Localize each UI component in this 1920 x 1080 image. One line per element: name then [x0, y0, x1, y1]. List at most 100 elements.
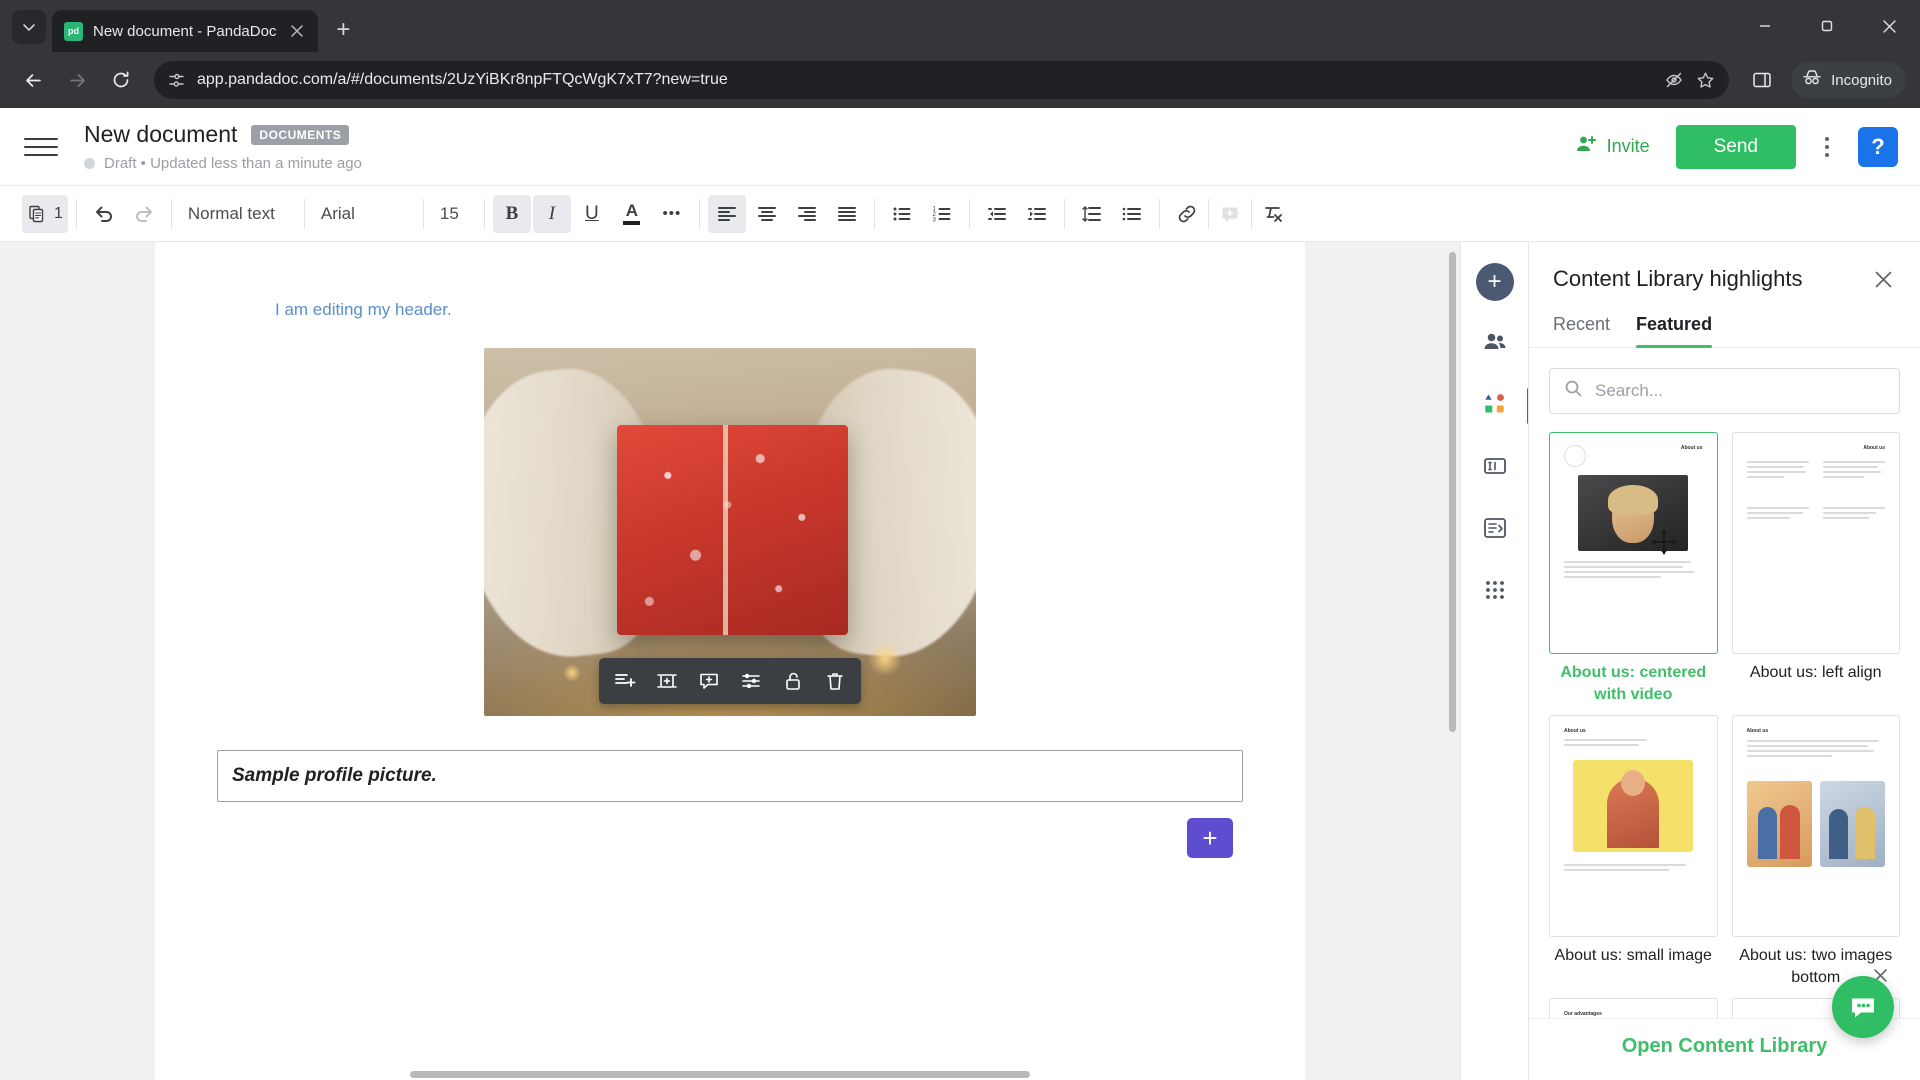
- align-justify-icon[interactable]: [828, 195, 866, 233]
- library-card[interactable]: About us: [1549, 432, 1718, 705]
- more-format-button[interactable]: •••: [653, 195, 691, 233]
- search-icon: [1564, 379, 1583, 403]
- tab-title: New document - PandaDoc: [93, 22, 277, 40]
- outdent-icon[interactable]: [978, 195, 1016, 233]
- right-rail: +: [1460, 242, 1530, 1080]
- send-button[interactable]: Send: [1675, 124, 1796, 169]
- window-close-icon[interactable]: [1858, 0, 1920, 52]
- unlock-icon[interactable]: [773, 662, 813, 700]
- incognito-icon: [1801, 67, 1823, 93]
- search-input[interactable]: Search...: [1595, 381, 1663, 401]
- sidebar-item-recipients[interactable]: [1473, 322, 1517, 366]
- bullet-list-icon[interactable]: [883, 195, 921, 233]
- image-block[interactable]: [484, 348, 976, 716]
- library-search-box[interactable]: Search...: [1549, 368, 1900, 414]
- library-card-thumbnail[interactable]: About us: [1549, 715, 1718, 938]
- sidebar-item-variables[interactable]: [1473, 508, 1517, 552]
- eye-off-icon[interactable]: [1664, 70, 1684, 90]
- address-bar[interactable]: app.pandadoc.com/a/#/documents/2UzYiBKr8…: [154, 61, 1730, 99]
- trash-icon[interactable]: [815, 662, 855, 700]
- help-button[interactable]: ?: [1858, 126, 1898, 167]
- invite-button[interactable]: Invite: [1562, 125, 1662, 168]
- caption-text-block[interactable]: Sample profile picture.: [217, 750, 1243, 802]
- hamburger-menu-icon[interactable]: [24, 132, 58, 162]
- thumbnail-title: About us: [1863, 445, 1885, 451]
- line-spacing-icon[interactable]: [1073, 195, 1111, 233]
- tab-search-icon[interactable]: [12, 10, 46, 44]
- tab-recent[interactable]: Recent: [1553, 314, 1610, 347]
- add-circle-icon[interactable]: +: [1473, 260, 1517, 304]
- back-arrow-icon[interactable]: [14, 61, 52, 99]
- bold-button[interactable]: B: [492, 194, 531, 233]
- open-content-library-link[interactable]: Open Content Library: [1622, 1035, 1828, 1057]
- document-header: New document DOCUMENTS Draft • Updated l…: [0, 108, 1920, 186]
- invite-label: Invite: [1606, 136, 1650, 156]
- numbered-list-icon[interactable]: 123: [923, 195, 961, 233]
- list-style-icon[interactable]: [1113, 195, 1151, 233]
- font-size-select[interactable]: 15: [424, 195, 484, 233]
- document-title-block: New document DOCUMENTS Draft • Updated l…: [84, 121, 1562, 172]
- tab-featured[interactable]: Featured: [1636, 314, 1713, 348]
- close-icon[interactable]: [1868, 264, 1898, 294]
- undo-icon[interactable]: [85, 195, 123, 233]
- forward-arrow-icon: [58, 61, 96, 99]
- sidebar-item-apps[interactable]: [1473, 570, 1517, 614]
- page-settings-icon[interactable]: [168, 72, 185, 89]
- kebab-menu-icon[interactable]: [1810, 128, 1844, 166]
- reload-icon[interactable]: [102, 61, 140, 99]
- pandadoc-favicon: pd: [64, 21, 83, 41]
- pages-icon[interactable]: 1: [22, 194, 68, 233]
- align-right-icon[interactable]: [788, 195, 826, 233]
- maximize-icon[interactable]: [1796, 0, 1858, 52]
- paragraph-style-select[interactable]: Normal text: [172, 195, 304, 233]
- text-color-button[interactable]: A: [613, 195, 651, 233]
- adjust-settings-icon[interactable]: [731, 662, 771, 700]
- link-icon[interactable]: [1168, 195, 1206, 233]
- document-canvas[interactable]: I am editing my header. Sample profile p…: [0, 242, 1460, 1080]
- list-group: 123: [875, 186, 969, 241]
- add-block-button[interactable]: +: [1187, 818, 1233, 858]
- indent-group: [970, 186, 1064, 241]
- underline-button[interactable]: U: [573, 195, 611, 233]
- page-title[interactable]: New document: [84, 121, 237, 148]
- side-panel-icon[interactable]: [1743, 61, 1781, 99]
- library-card[interactable]: About us: [1731, 715, 1900, 988]
- replace-image-icon[interactable]: [605, 662, 645, 700]
- indent-icon[interactable]: [1018, 195, 1056, 233]
- library-card-thumbnail[interactable]: About us: [1549, 432, 1718, 654]
- crop-icon[interactable]: [647, 662, 687, 700]
- thumbnail-title: About us: [1680, 445, 1703, 451]
- document-header-text[interactable]: I am editing my header.: [275, 300, 1245, 320]
- library-card-thumbnail[interactable]: About us: [1731, 432, 1900, 654]
- document-page[interactable]: I am editing my header. Sample profile p…: [155, 242, 1305, 1080]
- align-left-icon[interactable]: [707, 194, 746, 233]
- sidebar-item-content-library[interactable]: [1473, 384, 1530, 428]
- divider: [1250, 198, 1252, 229]
- horizontal-scrollbar[interactable]: [410, 1071, 1030, 1078]
- page-count-label: 1: [54, 204, 63, 222]
- new-tab-button[interactable]: +: [326, 13, 360, 47]
- comment-icon[interactable]: [689, 662, 729, 700]
- library-card[interactable]: About us About us: small image: [1549, 715, 1718, 988]
- divider: [1207, 198, 1209, 229]
- font-family-select[interactable]: Arial: [305, 195, 423, 233]
- minimize-icon[interactable]: [1734, 0, 1796, 52]
- url-text: app.pandadoc.com/a/#/documents/2UzYiBKr8…: [197, 71, 728, 88]
- clear-formatting-icon[interactable]: [1254, 195, 1292, 233]
- library-card[interactable]: About us: [1731, 432, 1900, 705]
- library-card-label: About us: centered with video: [1560, 664, 1707, 703]
- italic-button[interactable]: I: [532, 194, 571, 233]
- sidebar-item-fields[interactable]: [1473, 446, 1517, 490]
- close-icon[interactable]: [286, 20, 308, 42]
- incognito-indicator[interactable]: Incognito: [1791, 62, 1906, 98]
- page-count-group: 1: [14, 186, 76, 241]
- library-card-thumbnail[interactable]: About us: [1731, 715, 1900, 938]
- content-library-panel: Content Library highlights Recent Featur…: [1528, 242, 1920, 1080]
- chat-bubble-icon[interactable]: [1832, 976, 1894, 1038]
- vertical-scrollbar[interactable]: [1449, 252, 1456, 732]
- browser-tab[interactable]: pd New document - PandaDoc: [52, 10, 319, 52]
- align-center-icon[interactable]: [748, 195, 786, 233]
- add-person-icon: [1574, 132, 1598, 161]
- star-icon[interactable]: [1696, 71, 1715, 90]
- redo-icon[interactable]: [125, 195, 163, 233]
